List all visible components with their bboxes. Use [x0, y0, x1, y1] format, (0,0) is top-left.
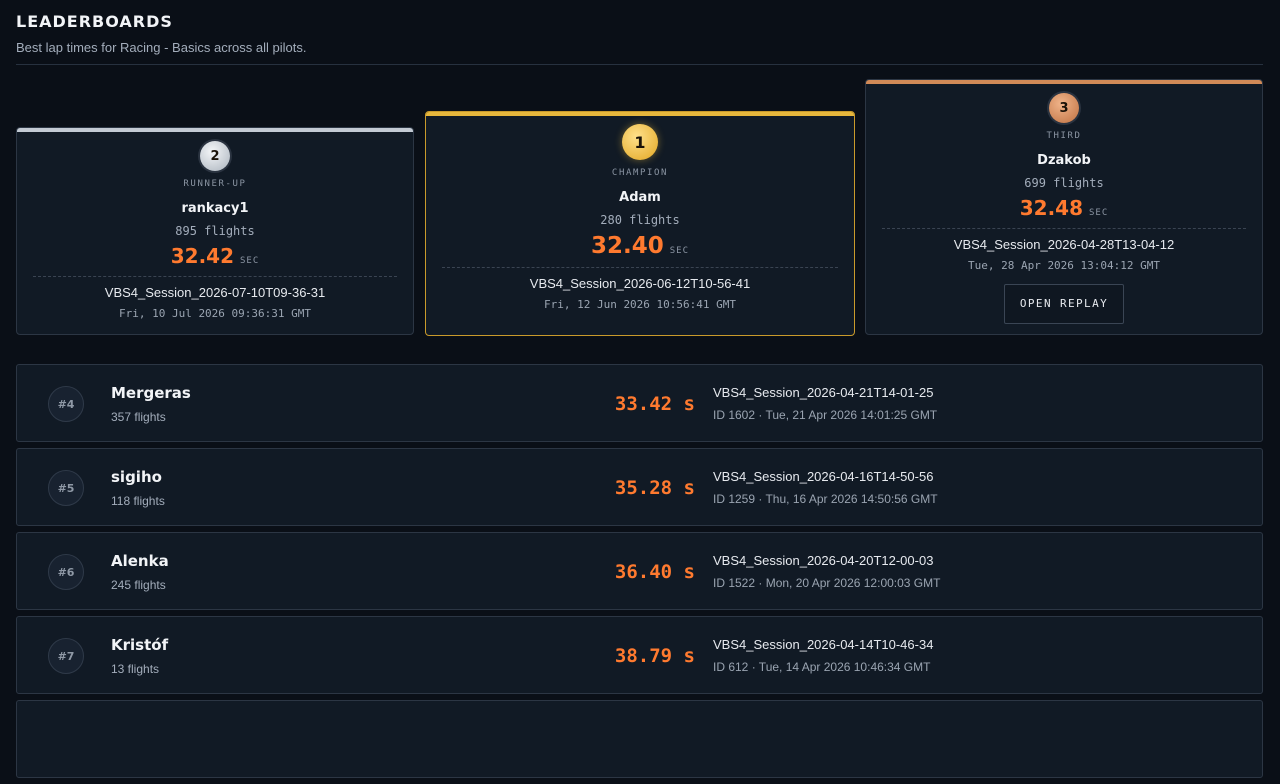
- pilot-flights: 245 flights: [111, 578, 166, 592]
- lap-time: 38.79 s: [614, 645, 695, 667]
- podium-card-third[interactable]: 3 THIRD Dzakob 699 flights 32.48 SEC VBS…: [865, 79, 1263, 335]
- leaderboard-row[interactable]: #4 Mergeras 357 flights 33.42 s VBS4_Ses…: [16, 364, 1263, 442]
- pilot-flights: 118 flights: [111, 494, 165, 508]
- header-divider: [16, 64, 1263, 65]
- rank-badge: #6: [48, 554, 84, 590]
- lap-time-unit: SEC: [1089, 208, 1109, 218]
- lap-time-row: 32.42 SEC: [17, 244, 413, 268]
- pilot-flights: 895 flights: [175, 224, 255, 238]
- session-name: VBS4_Session_2026-04-16T14-50-56: [713, 469, 934, 484]
- pilot-name: Alenka: [111, 552, 169, 570]
- session-name: VBS4_Session_2026-06-12T10-56-41: [529, 276, 751, 291]
- session-meta: ID 1259 · Thu, 16 Apr 2026 14:50:56 GMT: [713, 492, 938, 506]
- lap-time-unit: SEC: [240, 256, 260, 266]
- bronze-medal-icon: 3: [1049, 93, 1079, 123]
- session-meta: ID 1522 · Mon, 20 Apr 2026 12:00:03 GMT: [713, 576, 941, 590]
- session-name: VBS4_Session_2026-04-20T12-00-03: [713, 553, 934, 568]
- lap-time: 33.42 s: [614, 393, 695, 415]
- lap-time: 35.28 s: [614, 477, 695, 499]
- session-date: Fri, 12 Jun 2026 10:56:41 GMT: [543, 298, 737, 311]
- leaderboard-row-partial[interactable]: [16, 700, 1263, 778]
- lap-time-row: 32.40 SEC: [426, 233, 854, 259]
- pilot-name: rankacy1: [181, 201, 249, 216]
- silver-accent-bar: [17, 128, 413, 132]
- rank-badge: #4: [48, 386, 84, 422]
- podium-card-runner-up[interactable]: 2 RUNNER-UP rankacy1 895 flights 32.42 S…: [16, 127, 414, 335]
- lap-time: 32.42: [170, 244, 234, 268]
- page-subtitle: Best lap times for Racing - Basics acros…: [16, 40, 307, 55]
- session-name: VBS4_Session_2026-04-14T10-46-34: [713, 637, 934, 652]
- session-date: Tue, 28 Apr 2026 13:04:12 GMT: [967, 259, 1161, 272]
- leaderboard-row[interactable]: #7 Kristóf 13 flights 38.79 s VBS4_Sessi…: [16, 616, 1263, 694]
- rank-badge: #7: [48, 638, 84, 674]
- place-label: RUNNER-UP: [183, 179, 247, 189]
- card-divider: [33, 276, 397, 277]
- gold-accent-bar: [426, 112, 854, 116]
- pilot-flights: 699 flights: [1024, 176, 1104, 190]
- card-divider: [442, 267, 838, 268]
- bronze-accent-bar: [866, 80, 1262, 84]
- pilot-name: Mergeras: [111, 384, 191, 402]
- session-name: VBS4_Session_2026-04-28T13-04-12: [953, 237, 1175, 252]
- gold-medal-icon: 1: [622, 124, 658, 160]
- leaderboard-row[interactable]: #5 sigiho 118 flights 35.28 s VBS4_Sessi…: [16, 448, 1263, 526]
- session-name: VBS4_Session_2026-07-10T09-36-31: [104, 285, 326, 300]
- place-label: THIRD: [1046, 131, 1082, 141]
- page-title: LEADERBOARDS: [16, 12, 173, 31]
- session-name: VBS4_Session_2026-04-21T14-01-25: [713, 385, 934, 400]
- rank-badge: #5: [48, 470, 84, 506]
- session-date: Fri, 10 Jul 2026 09:36:31 GMT: [118, 307, 312, 320]
- lap-time-row: 32.48 SEC: [866, 196, 1262, 220]
- pilot-name: Adam: [619, 190, 661, 205]
- page-header: LEADERBOARDS Best lap times for Racing -…: [16, 12, 1263, 55]
- lap-time: 32.48: [1019, 196, 1083, 220]
- pilot-name: Kristóf: [111, 636, 169, 654]
- leaderboard-list: #4 Mergeras 357 flights 33.42 s VBS4_Ses…: [16, 364, 1263, 784]
- pilot-name: Dzakob: [1037, 153, 1091, 168]
- pilot-name: sigiho: [111, 468, 162, 486]
- lap-time: 36.40 s: [614, 561, 695, 583]
- session-meta: ID 1602 · Tue, 21 Apr 2026 14:01:25 GMT: [713, 408, 938, 422]
- session-meta: ID 612 · Tue, 14 Apr 2026 10:46:34 GMT: [713, 660, 931, 674]
- podium-card-champion[interactable]: 1 CHAMPION Adam 280 flights 32.40 SEC VB…: [425, 111, 855, 336]
- lap-time: 32.40: [590, 233, 664, 259]
- leaderboard-row[interactable]: #6 Alenka 245 flights 36.40 s VBS4_Sessi…: [16, 532, 1263, 610]
- pilot-flights: 13 flights: [111, 662, 160, 676]
- card-divider: [882, 228, 1246, 229]
- pilot-flights: 280 flights: [600, 213, 680, 227]
- silver-medal-icon: 2: [200, 141, 230, 171]
- lap-time-unit: SEC: [669, 246, 690, 256]
- open-replay-button[interactable]: OPEN REPLAY: [1004, 284, 1124, 324]
- pilot-flights: 357 flights: [111, 410, 166, 424]
- place-label: CHAMPION: [611, 168, 669, 178]
